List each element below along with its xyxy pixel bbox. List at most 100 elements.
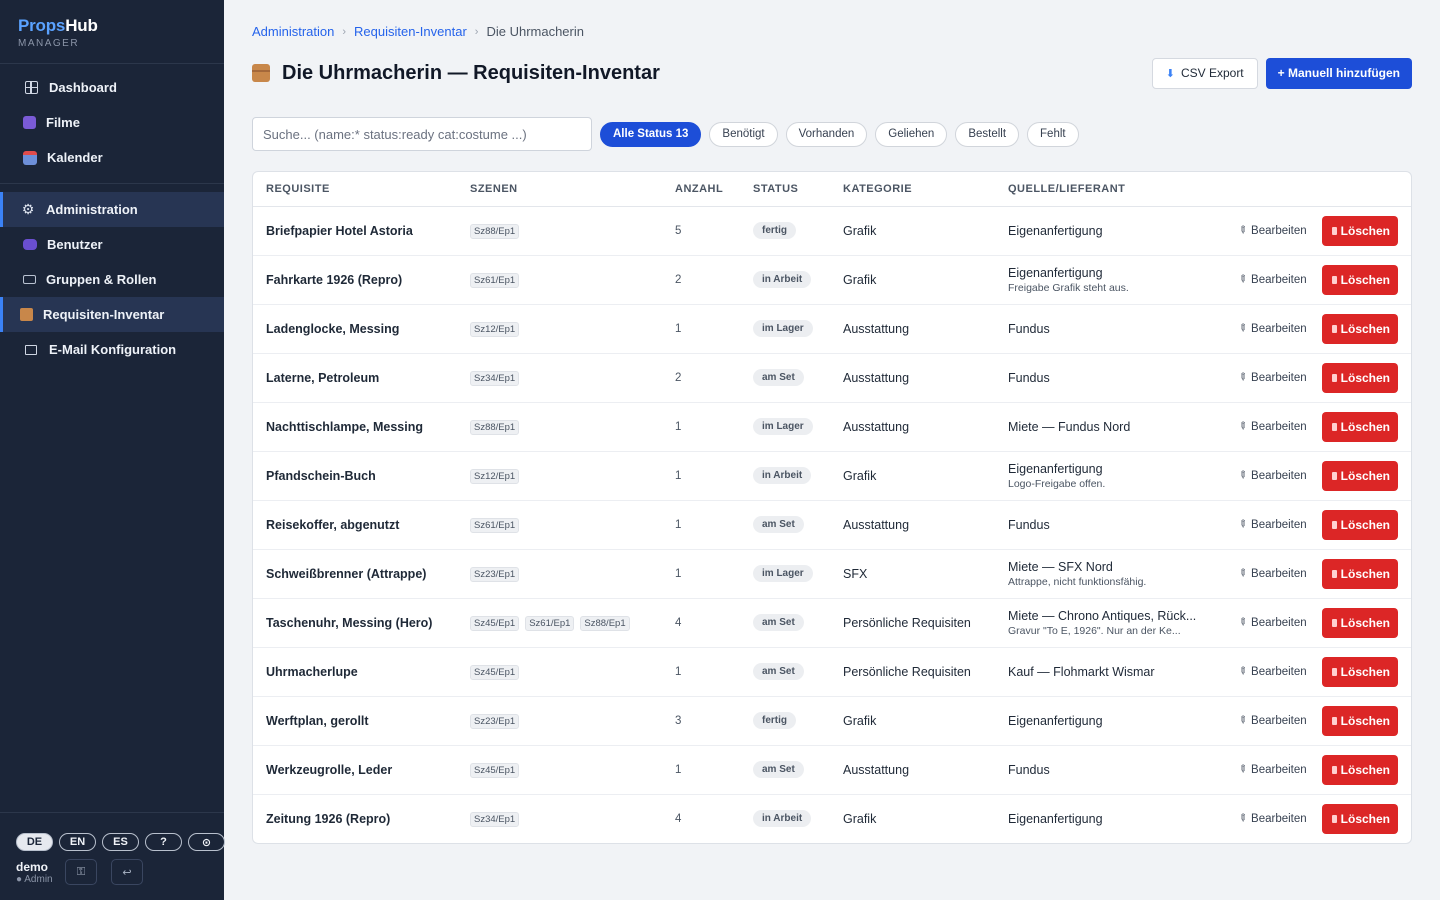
delete-button[interactable]: Löschen [1321, 754, 1398, 785]
delete-label: Löschen [1340, 713, 1390, 728]
status-cell: in Arbeit [753, 255, 843, 304]
delete-button[interactable]: Löschen [1321, 313, 1398, 344]
category: Ausstattung [843, 370, 910, 385]
scenes-cell: Sz61/Ep1 [470, 255, 675, 304]
breadcrumb: Administration › Requisiten-Inventar › D… [252, 24, 584, 39]
edit-button[interactable]: ✎ Bearbeiten [1235, 224, 1307, 238]
breadcrumb-administration[interactable]: Administration [252, 24, 334, 39]
tag-icon [23, 275, 36, 284]
delete-button[interactable]: Löschen [1321, 362, 1398, 393]
scene-tag: Sz88/Ep1 [470, 419, 520, 435]
sidebar-item-requisiten-inventar[interactable]: Requisiten-Inventar [0, 297, 224, 332]
quantity: 5 [675, 224, 682, 237]
add-manual-button[interactable]: + Manuell hinzufügen [1265, 57, 1412, 89]
filter-chip-fehlt[interactable]: Fehlt [1027, 121, 1079, 147]
brand-name-part-b: Hub [65, 16, 98, 35]
source-name: Fundus [1008, 517, 1050, 532]
delete-button[interactable]: Löschen [1321, 803, 1398, 834]
column-header-quelle[interactable]: QUELLE/LIEFERANT [1008, 172, 1213, 207]
filter-chip-vorhanden[interactable]: Vorhanden [785, 121, 868, 147]
column-header-requisite[interactable]: REQUISITE [253, 172, 470, 207]
sidebar-item-email-konfiguration[interactable]: E-Mail Konfiguration [0, 332, 224, 367]
filter-chip-benoetigt[interactable]: Benötigt [709, 121, 778, 147]
language-es-button[interactable]: ES [102, 833, 139, 851]
search-input[interactable] [252, 117, 592, 151]
row-actions: ✎ Bearbeiten Löschen [1213, 255, 1411, 304]
scenes-cell: Sz34/Ep1 [470, 794, 675, 843]
status-badge: im Lager [753, 418, 813, 435]
source-cell: Eigenanfertigung [1008, 206, 1213, 255]
breadcrumb-requisiten-inventar[interactable]: Requisiten-Inventar [354, 24, 467, 39]
delete-button[interactable]: Löschen [1321, 215, 1398, 246]
edit-button[interactable]: ✎ Bearbeiten [1235, 322, 1307, 336]
delete-button[interactable]: Löschen [1321, 656, 1398, 687]
brand: PropsHub MANAGER [0, 0, 224, 64]
delete-label: Löschen [1340, 566, 1390, 581]
edit-button[interactable]: ✎ Bearbeiten [1235, 567, 1307, 581]
trash-icon [1331, 373, 1337, 382]
delete-button[interactable]: Löschen [1321, 509, 1398, 540]
category: Ausstattung [843, 419, 910, 434]
column-header-actions [1213, 172, 1411, 207]
edit-button[interactable]: ✎ Bearbeiten [1235, 469, 1307, 483]
delete-button[interactable]: Löschen [1321, 264, 1398, 295]
sidebar-item-label: Gruppen & Rollen [46, 272, 157, 287]
theme-toggle-button[interactable]: ⊙ [188, 833, 225, 851]
filter-chip-geliehen[interactable]: Geliehen [875, 121, 948, 147]
edit-button[interactable]: ✎ Bearbeiten [1235, 273, 1307, 287]
prop-name: Werkzeugrolle, Leder [266, 762, 393, 777]
logout-icon[interactable]: ↩ [111, 859, 143, 885]
edit-button[interactable]: ✎ Bearbeiten [1235, 420, 1307, 434]
filter-chip-bestellt[interactable]: Bestellt [955, 121, 1020, 147]
row-actions: ✎ Bearbeiten Löschen [1213, 500, 1411, 549]
sidebar-item-gruppen-rollen[interactable]: Gruppen & Rollen [0, 262, 224, 297]
edit-button[interactable]: ✎ Bearbeiten [1235, 518, 1307, 532]
sidebar-item-dashboard[interactable]: Dashboard [0, 70, 224, 105]
source-cell: Miete — SFX Nord Attrappe, nicht funktion… [1008, 549, 1213, 598]
main-content: Administration › Requisiten-Inventar › D… [224, 0, 1440, 900]
edit-label: Bearbeiten [1251, 224, 1307, 237]
status-badge: am Set [753, 761, 804, 778]
sidebar-item-filme[interactable]: Filme [0, 105, 224, 140]
scene-tag: Sz12/Ep1 [470, 321, 520, 337]
quantity: 1 [675, 763, 682, 776]
sidebar-item-kalender[interactable]: Kalender [0, 140, 224, 175]
edit-button[interactable]: ✎ Bearbeiten [1234, 615, 1307, 630]
delete-button[interactable]: Löschen [1321, 705, 1398, 736]
column-header-kategorie[interactable]: KATEGORIE [843, 172, 1008, 207]
column-header-anzahl[interactable]: ANZAHL [675, 172, 753, 207]
key-icon[interactable]: ⚿ [65, 859, 97, 885]
column-header-szenen[interactable]: SZENEN [470, 172, 675, 207]
language-en-button[interactable]: EN [59, 833, 96, 851]
table-row: Laterne, Petroleum Sz34/Ep1 2 am Set Ausstat… [253, 353, 1411, 402]
edit-button[interactable]: ✎ Bearbeiten [1235, 665, 1307, 679]
edit-button[interactable]: ✎ Bearbeiten [1235, 812, 1307, 826]
column-header-status[interactable]: STATUS [753, 172, 843, 207]
language-de-button[interactable]: DE [16, 833, 53, 851]
edit-button[interactable]: ✎ Bearbeiten [1235, 714, 1307, 728]
table-row: Taschenuhr, Messing (Hero) Sz45/Ep1 Sz61/E… [253, 598, 1411, 647]
delete-label: Löschen [1340, 615, 1390, 630]
delete-button[interactable]: Löschen [1321, 607, 1398, 638]
pencil-icon: ✎ [1234, 615, 1249, 630]
delete-button[interactable]: Löschen [1321, 411, 1398, 442]
source-name: Miete — Chrono Antiques, Rück... [1008, 608, 1197, 623]
source-cell: Fundus [1008, 500, 1213, 549]
sidebar-item-label: Administration [46, 202, 138, 217]
edit-button[interactable]: ✎ Bearbeiten [1235, 763, 1307, 777]
help-button[interactable]: ? [145, 833, 182, 851]
scenes-cell: Sz61/Ep1 [470, 500, 675, 549]
edit-button[interactable]: ✎ Bearbeiten [1235, 371, 1307, 385]
quantity: 1 [675, 518, 682, 531]
filter-chip-all[interactable]: Alle Status 13 [600, 121, 702, 147]
sidebar-item-administration[interactable]: ⚙ Administration [0, 192, 224, 227]
sidebar-item-benutzer[interactable]: Benutzer [0, 227, 224, 262]
edit-label: Bearbeiten [1251, 812, 1307, 825]
csv-export-button[interactable]: ⬇ CSV Export [1151, 57, 1258, 89]
user-panel: demo ● Admin ⚿ ↩ [16, 859, 208, 885]
status-cell: in Arbeit [753, 451, 843, 500]
page-actions: ⬇ CSV Export + Manuell hinzufügen [1151, 57, 1412, 89]
delete-button[interactable]: Löschen [1321, 558, 1398, 589]
row-actions: ✎ Bearbeiten Löschen [1213, 598, 1411, 647]
delete-button[interactable]: Löschen [1321, 460, 1398, 491]
